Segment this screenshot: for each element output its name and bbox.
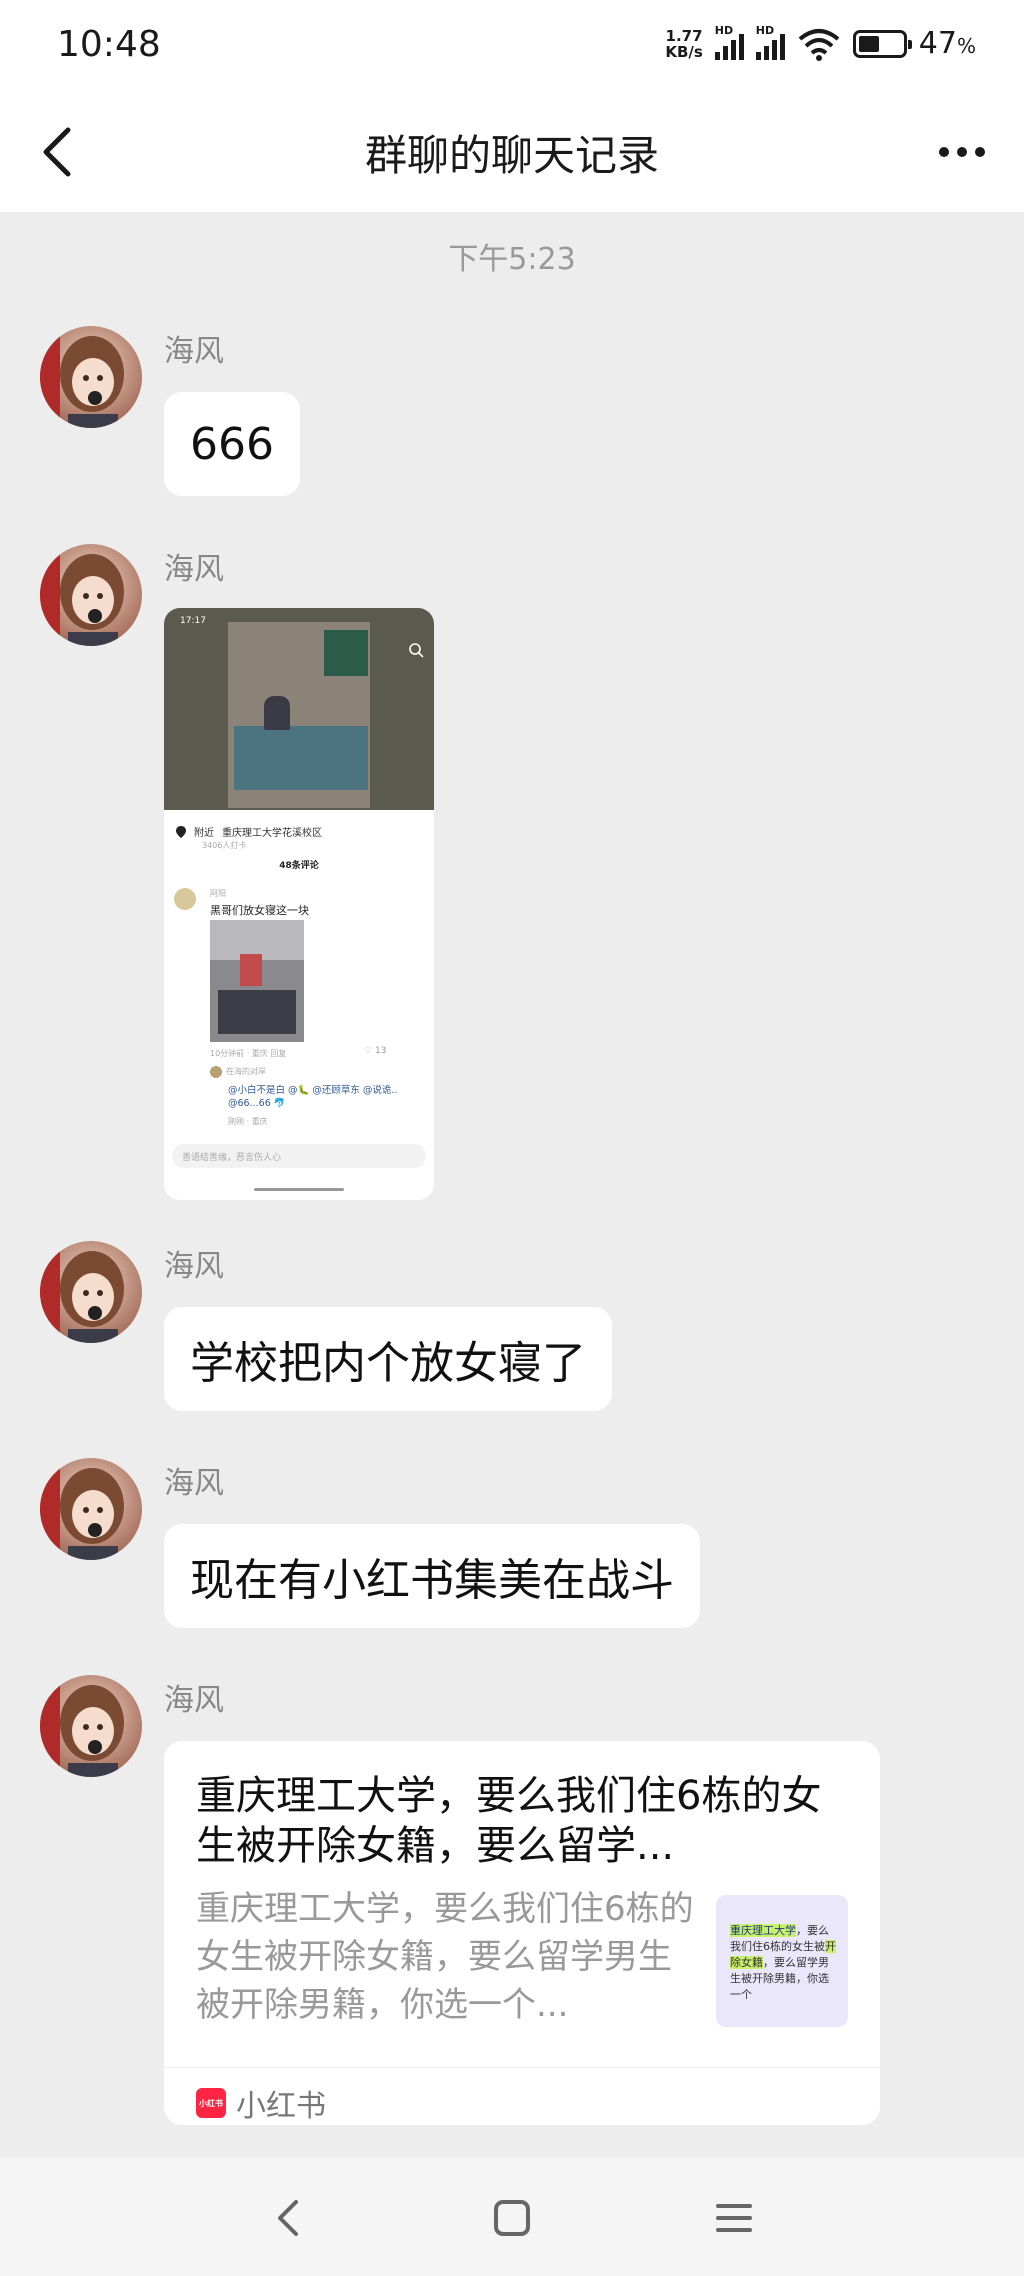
sender-name: 海风	[164, 552, 224, 587]
message-bubble[interactable]: 现在有小红书集美在战斗	[164, 1524, 700, 1628]
top-nav-bar: 群聊的聊天记录	[0, 92, 1024, 212]
signal-hd-label: HD	[714, 23, 734, 37]
avatar[interactable]	[40, 1675, 142, 1777]
link-card[interactable]: 重庆理工大学，要么我们住6栋的女生被开除女籍，要么留学... 重庆理工大学，要么…	[164, 1741, 880, 2125]
thumb-highlight: 重庆理工大学	[730, 1924, 796, 1937]
more-button[interactable]	[930, 128, 994, 176]
link-card-source: 小红书 小红书	[196, 2081, 326, 2125]
battery-percent: 47%	[918, 26, 976, 61]
nav-home-icon	[494, 2200, 530, 2236]
nav-back-icon	[278, 2200, 298, 2236]
comment-image	[210, 920, 304, 1042]
divider	[164, 2067, 880, 2068]
reply-text: @66...66 🐬	[228, 1098, 286, 1109]
network-speed: 1.77 KB/s	[665, 28, 702, 60]
comment-user: 阿阳	[210, 889, 226, 898]
network-speed-unit: KB/s	[665, 42, 703, 61]
sender-name: 海风	[164, 334, 224, 369]
avatar[interactable]	[40, 1458, 142, 1560]
reply-meta: 刚刚 · 重庆	[228, 1117, 268, 1126]
battery-fill	[858, 35, 879, 52]
screenshot-time: 17:17	[180, 616, 206, 626]
location-prefix: 附近	[194, 828, 214, 839]
system-home-button[interactable]	[482, 2188, 542, 2248]
page-title: 群聊的聊天记录	[364, 131, 659, 180]
avatar[interactable]	[40, 326, 142, 428]
network-speed-value: 1.77	[665, 26, 703, 45]
status-time: 10:48	[57, 24, 161, 65]
comments-title: 48条评论	[279, 861, 319, 871]
comment-likes: ♡ 13	[364, 1046, 387, 1056]
message-bubble[interactable]: 学校把内个放女寝了	[164, 1307, 612, 1411]
sender-name: 海风	[164, 1249, 224, 1284]
link-card-title: 重庆理工大学，要么我们住6栋的女生被开除女籍，要么留学...	[196, 1773, 822, 1869]
message-bubble[interactable]: 666	[164, 392, 300, 496]
reply-avatar	[210, 1066, 222, 1078]
search-icon	[409, 643, 424, 658]
more-dots-icon	[939, 147, 985, 157]
home-indicator	[254, 1188, 344, 1191]
comment-meta: 10分钟前 · 重庆 回复	[210, 1049, 287, 1058]
status-bar: 10:48 1.77 KB/s HD HD 47%	[0, 0, 1024, 92]
system-back-button[interactable]	[258, 2188, 318, 2248]
signal-icon: HD	[714, 24, 744, 60]
signal-hd-label: HD	[755, 23, 775, 37]
comment-input: 善语结善缘，恶言伤人心	[172, 1144, 426, 1168]
location-visitors: 3406人打卡	[202, 841, 247, 850]
link-card-thumbnail: 重庆理工大学，要么我们住6栋的女生被开除女籍，要么留学男生被开除男籍，你选一个	[716, 1895, 848, 2027]
system-nav-bar	[0, 2158, 1024, 2276]
system-menu-button[interactable]	[704, 2188, 764, 2248]
location-row: 附近 重庆理工大学花溪校区	[176, 824, 322, 839]
reply-user: 在海的对岸	[226, 1067, 266, 1076]
wifi-icon	[798, 28, 840, 61]
sender-name: 海风	[164, 1683, 224, 1718]
avatar[interactable]	[40, 1241, 142, 1343]
source-name: 小红书	[236, 2089, 326, 2124]
reply-text: @小白不是白 @🐛 @还顾草东 @说诡..	[228, 1085, 398, 1096]
xiaohongshu-logo-icon: 小红书	[196, 2088, 226, 2118]
battery-icon	[852, 29, 912, 58]
comment-avatar	[174, 888, 196, 910]
avatar[interactable]	[40, 544, 142, 646]
location-name: 重庆理工大学花溪校区	[222, 828, 322, 839]
location-pin-icon	[176, 825, 186, 838]
link-card-description: 重庆理工大学，要么我们住6栋的女生被开除女籍，要么留学男生被开除男籍，你选一个.…	[196, 1889, 694, 2025]
nav-menu-icon	[716, 2204, 752, 2232]
signal-icon: HD	[755, 24, 785, 60]
time-separator: 下午5:23	[448, 242, 576, 277]
sender-name: 海风	[164, 1466, 224, 1501]
video-preview: 17:17	[164, 608, 434, 810]
status-icons: 1.77 KB/s HD HD 47%	[665, 24, 976, 62]
image-message[interactable]: 17:17 附近 重庆理工大学花溪校区 3406人打卡 48条评论 阿阳 黑哥们…	[164, 608, 434, 1200]
comment-text: 黑哥们放女寝这一块	[210, 904, 309, 917]
